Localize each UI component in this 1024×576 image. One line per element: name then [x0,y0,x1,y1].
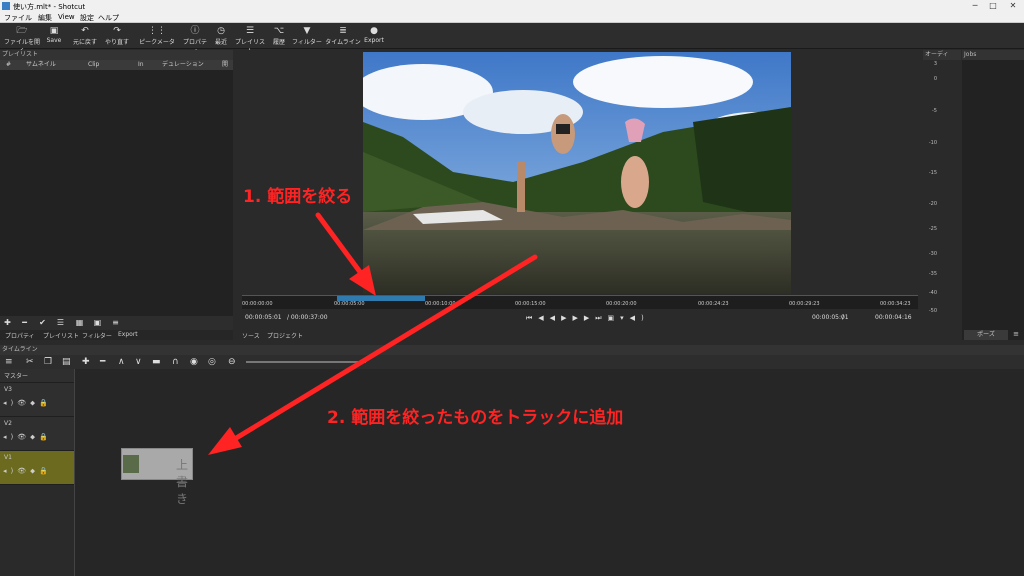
annotation-step1: 1. 範囲を絞る [243,187,353,207]
arrow-2-head [208,427,242,455]
annotation-arrows [208,212,538,455]
arrow-1 [315,212,366,279]
arrow-1-head [349,265,376,296]
annotation-step2: 2. 範囲を絞ったものをトラックに追加 [327,408,624,428]
